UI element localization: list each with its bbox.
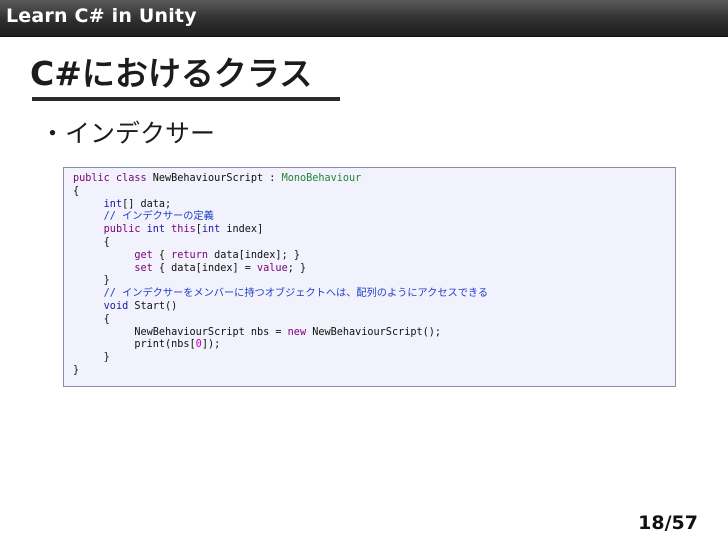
code-line: { <box>73 186 488 199</box>
code-line: print(nbs[0]); <box>73 339 488 352</box>
code-token: int <box>103 198 123 210</box>
code-token: data[index]; } <box>207 249 300 261</box>
code-token: void <box>103 300 129 312</box>
code-token: { <box>73 236 110 248</box>
page-number: 18/57 <box>638 512 698 534</box>
code-line: public class NewBehaviourScript : MonoBe… <box>73 173 488 186</box>
code-line: int[] data; <box>73 199 488 212</box>
code-token: [] data; <box>122 198 172 210</box>
code-line: void Start() <box>73 301 488 314</box>
code-line: } <box>73 365 488 378</box>
code-lines: public class NewBehaviourScript : MonoBe… <box>73 173 488 378</box>
code-token: NewBehaviourScript(); <box>306 326 442 338</box>
code-token: } <box>73 364 80 376</box>
code-line: { <box>73 237 488 250</box>
bullet-item: ・インデクサー <box>40 119 216 148</box>
title-underline <box>32 97 340 101</box>
code-token: return <box>171 249 208 261</box>
code-token: { data[index] = <box>152 262 258 274</box>
code-token: // インデクサーをメンバーに持つオブジェクトへは、配列のようにアクセスできる <box>103 288 489 300</box>
code-token: int <box>201 224 221 236</box>
code-line: } <box>73 352 488 365</box>
code-line: set { data[index] = value; } <box>73 263 488 276</box>
code-line: get { return data[index]; } <box>73 250 488 263</box>
code-line: public int this[int index] <box>73 224 488 237</box>
code-token: index] <box>220 224 264 236</box>
code-token: MonoBehaviour <box>281 173 362 184</box>
code-token: { <box>73 313 110 325</box>
code-token: get <box>134 249 153 261</box>
code-token: int <box>146 224 166 236</box>
code-token: } <box>73 352 110 364</box>
code-token: { <box>152 249 172 261</box>
code-line: // インデクサーをメンバーに持つオブジェクトへは、配列のようにアクセスできる <box>73 288 488 301</box>
code-token: NewBehaviourScript nbs = <box>73 326 288 338</box>
code-token: set <box>134 262 153 274</box>
code-token: print(nbs[ <box>73 339 196 351</box>
code-token: public <box>73 173 110 184</box>
code-token: value <box>257 262 288 274</box>
code-token: new <box>287 326 307 338</box>
code-token: { <box>73 185 80 197</box>
header-title: Learn C# in Unity <box>6 5 197 27</box>
header-bar: Learn C# in Unity <box>0 0 728 37</box>
code-token: } <box>73 275 110 287</box>
code-token: NewBehaviourScript : <box>146 173 282 184</box>
code-token: Start() <box>128 300 178 312</box>
code-line: NewBehaviourScript nbs = new NewBehaviou… <box>73 327 488 340</box>
code-line: { <box>73 314 488 327</box>
code-token: // インデクサーの定義 <box>103 211 214 223</box>
code-block: public class NewBehaviourScript : MonoBe… <box>63 167 676 387</box>
code-line: } <box>73 275 488 288</box>
code-token: public <box>103 224 141 236</box>
code-token: this <box>171 224 196 236</box>
code-token: ; } <box>287 262 307 274</box>
code-token: class <box>115 173 147 184</box>
code-token: ]); <box>201 339 221 351</box>
slide-title: C#におけるクラス <box>30 54 313 93</box>
code-line: // インデクサーの定義 <box>73 211 488 224</box>
